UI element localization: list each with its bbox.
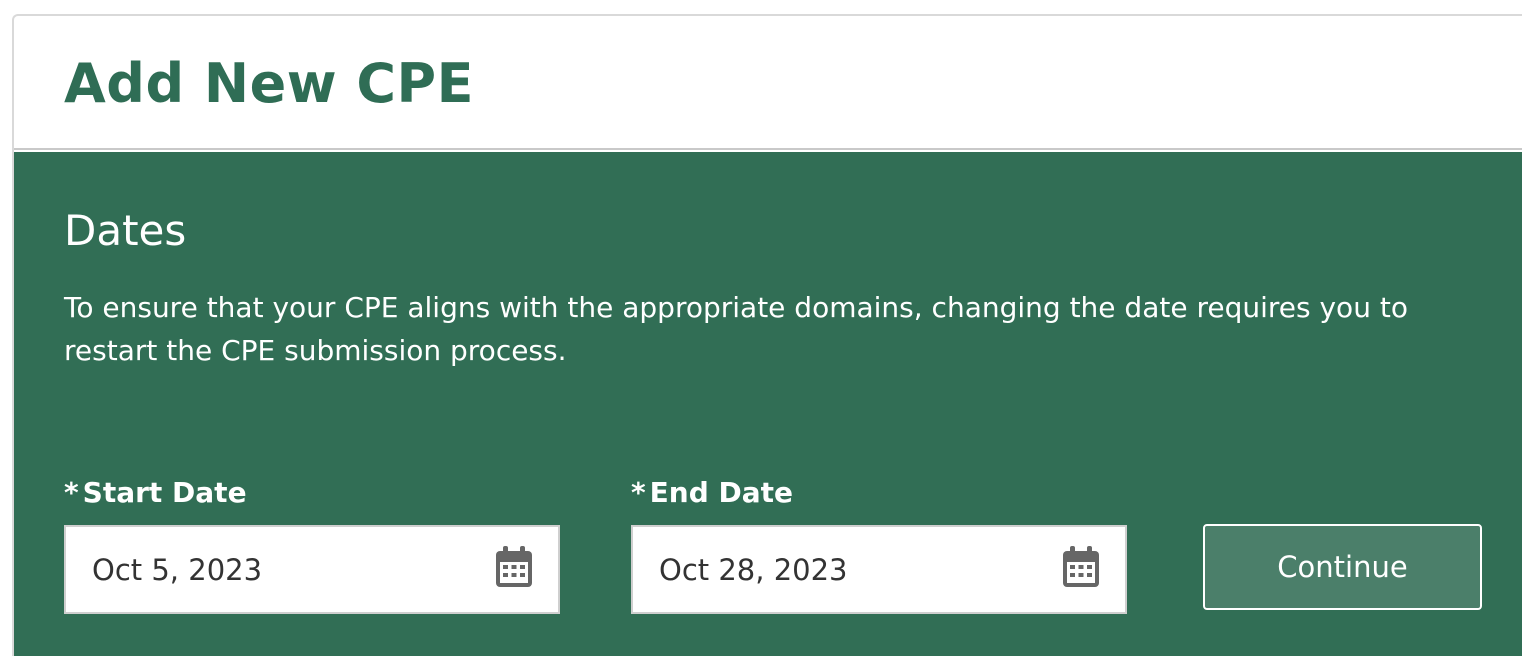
card-header: Add New CPE <box>14 16 1522 150</box>
required-marker: * <box>64 476 79 509</box>
start-date-value: Oct 5, 2023 <box>92 553 263 587</box>
page-title: Add New CPE <box>64 52 474 115</box>
calendar-icon[interactable] <box>1061 545 1101 589</box>
end-date-value: Oct 28, 2023 <box>659 553 848 587</box>
calendar-icon[interactable] <box>494 545 534 589</box>
add-cpe-card: Add New CPE Dates To ensure that your CP… <box>12 14 1522 656</box>
end-date-label: * End Date <box>631 476 793 509</box>
continue-button[interactable]: Continue <box>1203 524 1482 610</box>
end-date-input[interactable]: Oct 28, 2023 <box>631 525 1127 614</box>
end-date-label-text: End Date <box>649 476 794 509</box>
start-date-label-text: Start Date <box>82 476 247 509</box>
required-marker: * <box>631 476 646 509</box>
start-date-input[interactable]: Oct 5, 2023 <box>64 525 560 614</box>
section-title: Dates <box>64 206 187 255</box>
section-description: To ensure that your CPE aligns with the … <box>64 291 1408 367</box>
start-date-label: * Start Date <box>64 476 247 509</box>
dates-panel: Dates To ensure that your CPE aligns wit… <box>14 152 1522 656</box>
